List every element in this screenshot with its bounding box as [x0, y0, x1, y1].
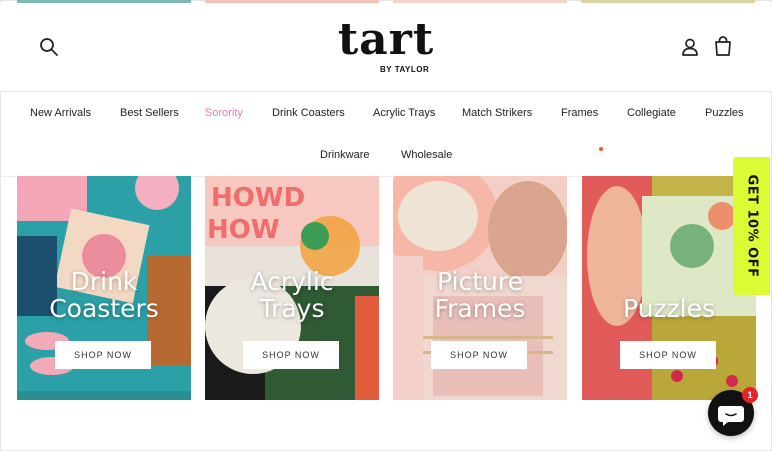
cart-icon[interactable]: [713, 36, 733, 57]
nav-item-puzzles[interactable]: Puzzles: [705, 107, 744, 119]
tile-title-line1: Acrylic: [250, 267, 334, 296]
nav-item-best-sellers[interactable]: Best Sellers: [120, 107, 179, 119]
nav-item-match-strikers[interactable]: Match Strikers: [462, 107, 532, 119]
main-nav: New Arrivals Best Sellers Sorority Drink…: [0, 92, 772, 176]
tile-title-line1: Drink: [70, 267, 138, 296]
tile-title-line2: Trays: [259, 294, 325, 323]
logo-wordmark: tart: [337, 14, 435, 65]
nav-item-wholesale[interactable]: Wholesale: [401, 149, 452, 161]
shop-now-button[interactable]: SHOP NOW: [620, 341, 716, 369]
svg-text:HOWD: HOWD: [211, 183, 305, 213]
collection-tile-drink-coasters[interactable]: Drink Coasters SHOP NOW: [17, 176, 191, 400]
tile-title-line1: Picture: [437, 267, 523, 296]
nav-item-collegiate[interactable]: Collegiate: [627, 107, 676, 119]
tile-title-line2: Puzzles: [622, 294, 716, 323]
tile-title-line2: Frames: [434, 294, 526, 323]
collection-tile-acrylic-trays[interactable]: HOWD HOW Acrylic Trays SHOP NOW: [205, 176, 379, 400]
shop-now-button[interactable]: SHOP NOW: [55, 341, 151, 369]
nav-item-new-arrivals[interactable]: New Arrivals: [30, 107, 91, 119]
tile-title: Picture Frames: [393, 268, 567, 322]
tile-title: Drink Coasters: [17, 268, 191, 322]
nav-item-sorority[interactable]: Sorority: [205, 107, 243, 119]
collection-tile-picture-frames[interactable]: Picture Frames SHOP NOW: [393, 176, 567, 400]
nav-item-drink-coasters[interactable]: Drink Coasters: [272, 107, 345, 119]
shop-now-button[interactable]: SHOP NOW: [431, 341, 527, 369]
nav-item-drinkware[interactable]: Drinkware: [320, 149, 370, 161]
collection-tile-puzzles[interactable]: Puzzles SHOP NOW: [582, 176, 756, 400]
nav-item-acrylic-trays[interactable]: Acrylic Trays: [373, 107, 435, 119]
site-logo[interactable]: tart: [0, 18, 772, 62]
nav-item-frames[interactable]: Frames: [561, 107, 598, 119]
chat-unread-badge: 1: [742, 387, 758, 403]
account-icon[interactable]: [680, 37, 700, 57]
tile-title: Acrylic Trays: [205, 268, 379, 322]
discount-promo-tab[interactable]: GET 10% OFF: [733, 157, 770, 295]
promo-label: GET 10% OFF: [744, 174, 759, 278]
logo-tagline: BY TAYLOR: [380, 65, 430, 74]
site-header: tart BY TAYLOR: [0, 3, 772, 91]
tile-title-line2: Coasters: [49, 294, 159, 323]
shop-now-button[interactable]: SHOP NOW: [243, 341, 339, 369]
svg-text:HOW: HOW: [207, 215, 280, 245]
notification-dot: [599, 147, 603, 151]
tile-title: Puzzles: [582, 295, 756, 322]
